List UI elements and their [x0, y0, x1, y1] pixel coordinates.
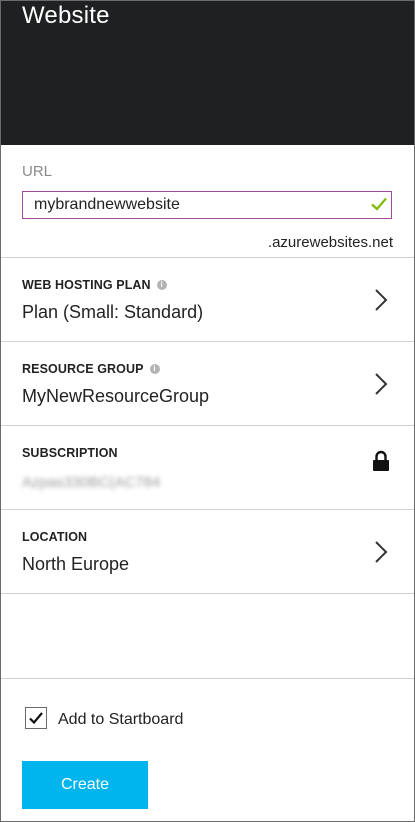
location-label: LOCATION	[22, 530, 88, 544]
web-hosting-plan-row[interactable]: WEB HOSTING PLAN i Plan (Small: Standard…	[1, 258, 414, 342]
location-value: North Europe	[22, 554, 130, 574]
checkmark-icon	[29, 712, 43, 725]
location-row[interactable]: LOCATION North Europe	[1, 510, 414, 594]
url-input-value[interactable]: mybrandnewwebsite	[34, 196, 180, 214]
subscription-row: SUBSCRIPTION Azpas330BC(AC784	[1, 426, 414, 510]
url-label: URL	[22, 163, 53, 180]
create-button[interactable]: Create	[22, 761, 148, 809]
add-to-startboard-checkbox[interactable]	[25, 707, 47, 729]
url-input[interactable]: mybrandnewwebsite	[22, 191, 392, 219]
resource-group-label: RESOURCE GROUP i	[22, 362, 160, 376]
website-create-blade: Website URL mybrandnewwebsite .azurewebs…	[0, 0, 415, 822]
url-domain-suffix: .azurewebsites.net	[267, 234, 393, 251]
checkmark-icon	[371, 197, 387, 211]
chevron-right-icon[interactable]	[374, 372, 388, 396]
web-hosting-plan-label: WEB HOSTING PLAN i	[22, 278, 167, 292]
subscription-value: Azpas330BC(AC784	[22, 474, 161, 491]
resource-group-value: MyNewResourceGroup	[22, 386, 210, 406]
subscription-label: SUBSCRIPTION	[22, 446, 118, 460]
info-icon[interactable]: i	[156, 280, 167, 290]
add-to-startboard-label[interactable]: Add to Startboard	[58, 711, 183, 729]
divider	[1, 593, 414, 594]
info-icon[interactable]: i	[149, 364, 160, 374]
resource-group-row[interactable]: RESOURCE GROUP i MyNewResourceGroup	[1, 342, 414, 426]
blade-header: Website	[1, 1, 414, 145]
footer-divider	[1, 678, 414, 679]
chevron-right-icon[interactable]	[374, 540, 388, 564]
web-hosting-plan-value: Plan (Small: Standard)	[22, 302, 204, 322]
blade-title: Website	[22, 2, 110, 29]
lock-icon	[373, 450, 389, 471]
chevron-right-icon[interactable]	[374, 288, 388, 312]
